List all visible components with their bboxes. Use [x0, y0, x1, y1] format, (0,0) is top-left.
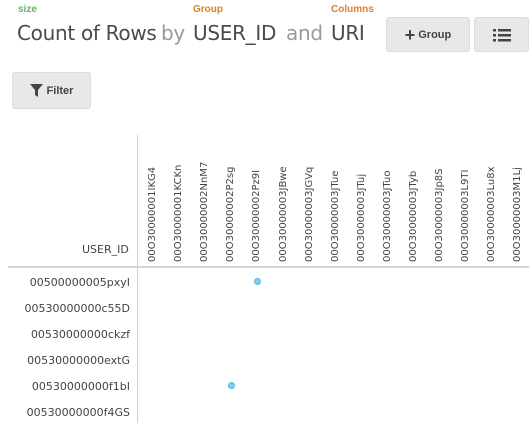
column-header[interactable]: 00O30000003JTue [330, 150, 342, 262]
column-header-label: 00O30000003M1Lj [512, 167, 524, 262]
columns-label: Columns [331, 4, 374, 15]
group-label: Group [193, 4, 223, 15]
row-header[interactable]: 00530000000f4GS [0, 406, 130, 419]
column-header[interactable]: 00O30000003JGVq [304, 150, 316, 262]
columns-field-selector[interactable]: URI [331, 21, 365, 45]
column-header-label: 00O30000003Jp8S [434, 168, 446, 262]
and-connector: and [286, 21, 323, 45]
column-header[interactable]: 00O30000001KCKn [173, 150, 185, 262]
filter-label: Filter [46, 84, 74, 97]
column-header-label: 00O30000001IKG4 [147, 166, 158, 262]
column-header-label: 00O30000002NnM7 [199, 161, 211, 262]
filter-button[interactable]: Filter [12, 72, 91, 109]
row-header[interactable]: 00530000000c55D [0, 302, 131, 315]
row-axis-title: USER_ID [82, 243, 129, 256]
group-field-selector[interactable]: USER_ID [193, 21, 276, 45]
column-header[interactable]: 00O30000003JTuj [356, 150, 368, 262]
column-header-label: 00O30000003JTue [329, 170, 341, 262]
column-header[interactable]: 00O30000002NnM7 [199, 150, 211, 262]
list-view-button[interactable] [474, 17, 529, 52]
column-header[interactable]: 00O30000003JTyb [408, 150, 420, 262]
column-header[interactable]: 00O30000003M1Lj [512, 150, 524, 262]
count-dot[interactable] [228, 382, 236, 389]
column-header-label: 00O30000003JTuo [381, 170, 393, 263]
column-header-label: 00O30000003Lu8x [486, 166, 498, 262]
column-header-label: 00O30000003JBwe [277, 166, 289, 262]
list-icon [492, 28, 511, 41]
column-header[interactable]: 00O30000002Pz9I [251, 150, 263, 262]
column-header[interactable]: 00O30000003Lu8x [486, 150, 498, 262]
add-group-label: Group [418, 28, 452, 41]
row-header[interactable]: 00500000005pxyI [0, 276, 130, 289]
add-group-button[interactable]: + Group [386, 17, 470, 52]
column-header-label: 00O30000003JTyb [408, 170, 419, 262]
row-header[interactable]: 00530000000extG [0, 354, 130, 367]
count-dot[interactable] [254, 278, 262, 285]
column-header[interactable]: 00O30000002P2sg [225, 150, 237, 262]
column-header[interactable]: 00O30000003Jp8S [434, 150, 446, 262]
grid-horizontal-divider [8, 266, 529, 268]
column-header-label: 00O30000001KCKn [173, 164, 185, 262]
column-header-label: 00O30000003JTuj [355, 173, 367, 262]
column-header[interactable]: 00O30000003JBwe [278, 150, 290, 262]
size-label: size [18, 4, 37, 15]
column-header[interactable]: 00O30000001IKG4 [147, 150, 159, 262]
funnel-icon [29, 84, 43, 97]
metric-selector[interactable]: Count of Rows [17, 21, 157, 45]
row-header[interactable]: 00530000000ckzf [0, 328, 130, 341]
column-header[interactable]: 00O30000003JTuo [381, 150, 394, 263]
column-header-label: 00O30000003L9TI [460, 169, 472, 263]
column-header[interactable]: 00O30000003L9TI [460, 150, 472, 263]
row-header[interactable]: 00530000000f1bI [0, 380, 130, 393]
column-header-label: 00O30000003JGVq [303, 166, 315, 262]
plus-icon: + [404, 24, 416, 45]
by-connector: by [161, 21, 185, 45]
column-header-label: 00O30000002P2sg [225, 166, 237, 262]
column-header-label: 00O30000002Pz9I [251, 169, 263, 262]
grid-vertical-divider [137, 135, 138, 423]
